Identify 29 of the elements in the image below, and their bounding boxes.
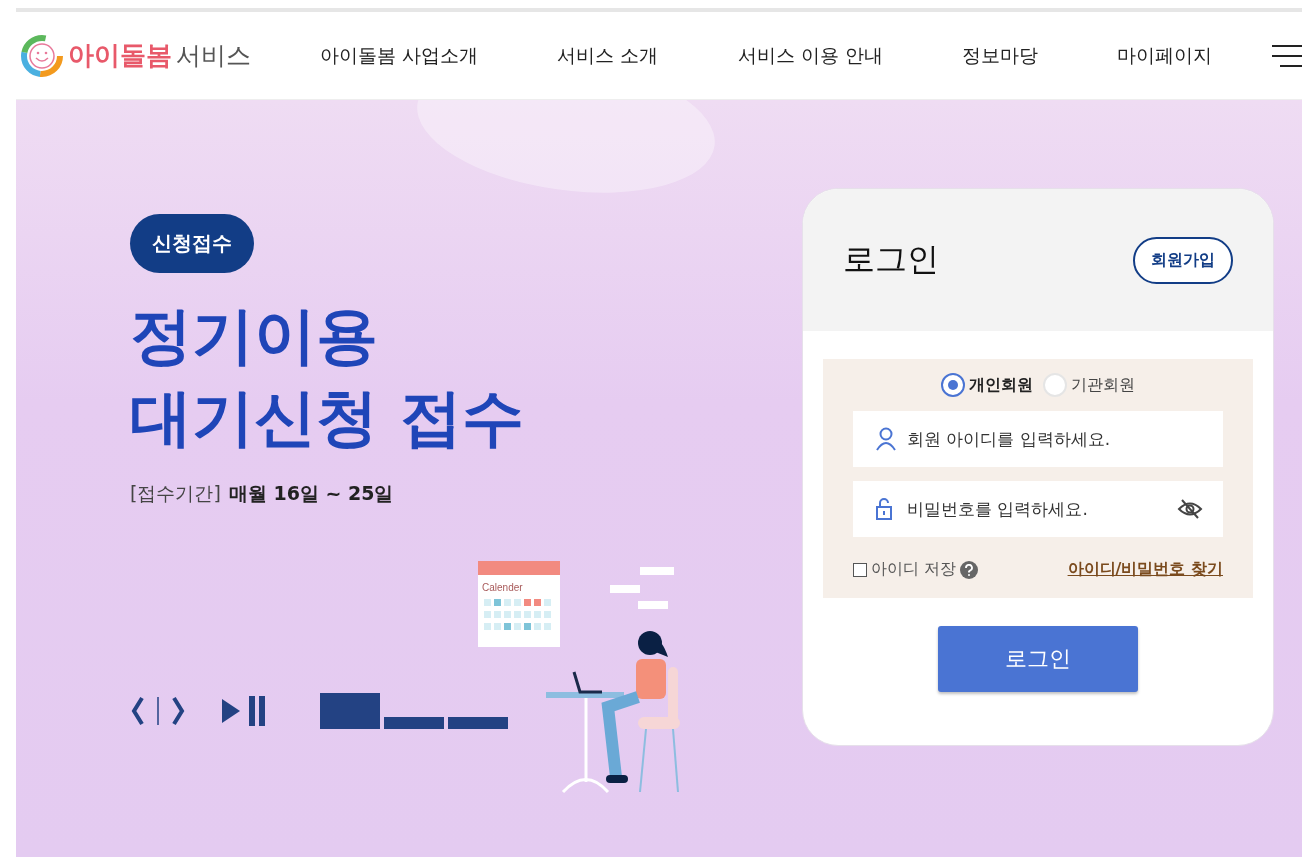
radio-button[interactable] <box>941 373 965 397</box>
remember-checkbox[interactable] <box>853 562 867 577</box>
find-account-link[interactable]: 아이디/비밀번호 찾기 <box>1067 559 1223 580</box>
signup-button[interactable]: 회원가입 <box>1133 236 1233 284</box>
radio-label[interactable]: 기관회원 <box>1071 374 1135 396</box>
nav-link[interactable]: 정보마당 <box>961 42 1038 69</box>
login-title: 로그인 <box>843 239 939 280</box>
user-icon <box>875 427 897 451</box>
login-button[interactable]: 로그인 <box>938 626 1138 692</box>
prev-next-icon[interactable] <box>130 695 186 727</box>
radio-label[interactable]: 개인회원 <box>969 374 1033 396</box>
password-input-field[interactable]: 비밀번호를 입력하세요. <box>853 481 1223 537</box>
id-input-field[interactable]: 회원 아이디를 입력하세요. <box>853 411 1223 467</box>
period-label: [접수기간] <box>130 481 221 506</box>
remember-label[interactable]: 아이디 저장 <box>871 559 957 580</box>
play-pause-icon[interactable] <box>222 695 268 727</box>
woman-laptop-calendar-drawing: Calender <box>468 547 708 807</box>
eye-slash-icon[interactable] <box>1177 498 1203 520</box>
status-badge: 신청접수 <box>130 214 254 273</box>
nav-link[interactable]: 서비스 소개 <box>557 42 659 69</box>
banner-title: 정기이용 대기신청 접수 <box>130 298 525 456</box>
lock-icon <box>875 497 893 521</box>
help-icon[interactable] <box>960 560 979 579</box>
nav-link[interactable]: 서비스 이용 안내 <box>737 42 883 69</box>
menu-icon[interactable] <box>1272 44 1302 67</box>
nav-link[interactable]: 아이돌봄 사업소개 <box>320 42 479 69</box>
period-value: 매월 16일 ~ 25일 <box>228 481 394 506</box>
logo-text[interactable]: 서비스 <box>176 39 251 72</box>
nav-link[interactable]: 마이페이지 <box>1117 42 1212 69</box>
